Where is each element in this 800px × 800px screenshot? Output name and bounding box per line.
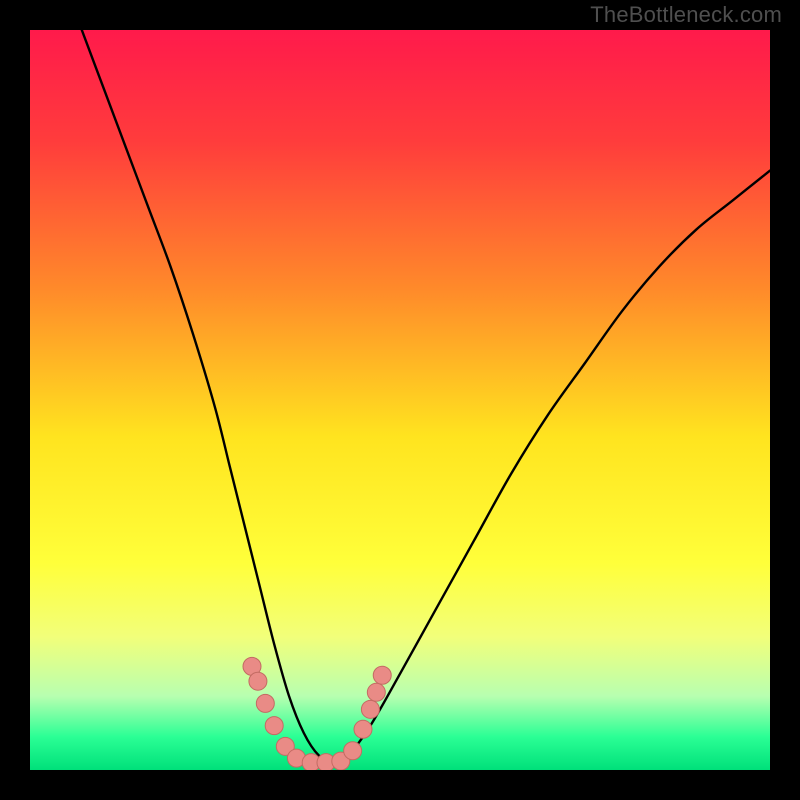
threshold-marker	[367, 683, 385, 701]
threshold-marker	[361, 700, 379, 718]
gradient-background	[30, 30, 770, 770]
threshold-marker	[354, 720, 372, 738]
threshold-marker	[373, 666, 391, 684]
threshold-marker	[344, 742, 362, 760]
watermark-text: TheBottleneck.com	[590, 2, 782, 28]
threshold-marker	[265, 717, 283, 735]
threshold-marker	[249, 672, 267, 690]
bottleneck-chart	[0, 0, 800, 800]
threshold-marker	[256, 694, 274, 712]
chart-frame: TheBottleneck.com	[0, 0, 800, 800]
